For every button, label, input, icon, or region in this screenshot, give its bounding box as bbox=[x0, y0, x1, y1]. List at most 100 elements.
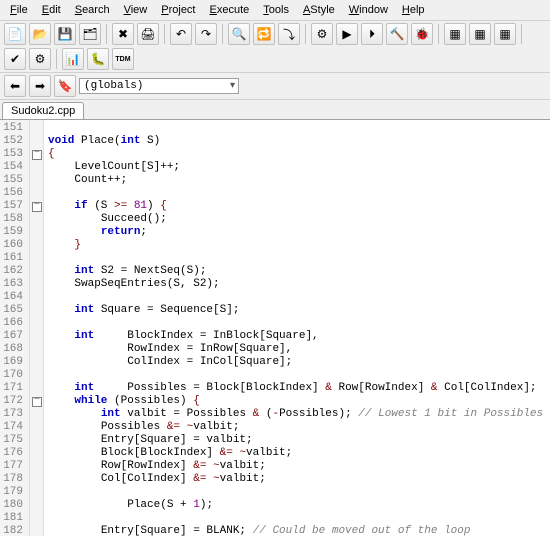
fold-spacer bbox=[30, 408, 43, 421]
save-all-icon[interactable]: 🗂 bbox=[79, 23, 101, 45]
fold-gutter[interactable] bbox=[30, 120, 44, 536]
redo-icon[interactable]: ↷ bbox=[195, 23, 217, 45]
fold-spacer bbox=[30, 356, 43, 369]
code-line[interactable]: LevelCount[S]++; bbox=[48, 161, 543, 174]
fold-spacer bbox=[30, 343, 43, 356]
menu-search[interactable]: Search bbox=[69, 2, 116, 18]
menu-bar: FileEditSearchViewProjectExecuteToolsASt… bbox=[0, 0, 550, 21]
print-icon[interactable]: 🖨 bbox=[137, 23, 159, 45]
code-line[interactable]: SwapSeqEntries(S, S2); bbox=[48, 278, 543, 291]
debug-icon[interactable]: 🐞 bbox=[411, 23, 433, 45]
toolbar-separator bbox=[56, 49, 57, 69]
code-line[interactable]: ColIndex = InCol[Square]; bbox=[48, 356, 543, 369]
menu-file[interactable]: File bbox=[4, 2, 34, 18]
line-number: 167 bbox=[2, 330, 23, 343]
main-toolbar: 📄📂💾🗂✖🖨↶↷🔍🔁⤵⚙▶⏵🔨🐞▦▦▦✔⚙📊🐛TDM bbox=[0, 21, 550, 73]
menu-astyle[interactable]: AStyle bbox=[297, 2, 341, 18]
rebuild-icon[interactable]: 🔨 bbox=[386, 23, 408, 45]
code-line[interactable]: int Square = Sequence[S]; bbox=[48, 304, 543, 317]
grid2-icon[interactable]: ▦ bbox=[469, 23, 491, 45]
code-line[interactable]: Succeed(); bbox=[48, 213, 543, 226]
code-line[interactable]: Entry[Square] = valbit; bbox=[48, 434, 543, 447]
line-number: 175 bbox=[2, 434, 23, 447]
grid1-icon[interactable]: ▦ bbox=[444, 23, 466, 45]
toolbar-separator bbox=[106, 24, 107, 44]
code-line[interactable]: RowIndex = InRow[Square], bbox=[48, 343, 543, 356]
find-next-icon[interactable]: ⤵ bbox=[278, 23, 300, 45]
check-icon[interactable]: ✔ bbox=[4, 48, 26, 70]
back-icon[interactable]: ⬅ bbox=[4, 75, 26, 97]
menu-tools[interactable]: Tools bbox=[257, 2, 295, 18]
file-tab[interactable]: Sudoku2.cpp bbox=[2, 102, 84, 119]
code-line[interactable]: Possibles &= ~valbit; bbox=[48, 421, 543, 434]
code-line[interactable]: int BlockIndex = InBlock[Square], bbox=[48, 330, 543, 343]
code-line[interactable]: int S2 = NextSeq(S); bbox=[48, 265, 543, 278]
code-line[interactable]: while (Possibles) { bbox=[48, 395, 543, 408]
new-file-icon[interactable]: 📄 bbox=[4, 23, 26, 45]
line-number: 165 bbox=[2, 304, 23, 317]
code-line[interactable] bbox=[48, 486, 543, 499]
open-icon[interactable]: 📂 bbox=[29, 23, 51, 45]
code-line[interactable] bbox=[48, 317, 543, 330]
bookmark-icon[interactable]: 🔖 bbox=[54, 75, 76, 97]
code-line[interactable]: Col[ColIndex] &= ~valbit; bbox=[48, 473, 543, 486]
toolbar-separator bbox=[222, 24, 223, 44]
code-line[interactable]: Block[BlockIndex] &= ~valbit; bbox=[48, 447, 543, 460]
code-line[interactable]: int valbit = Possibles & (-Possibles); /… bbox=[48, 408, 543, 421]
line-number: 161 bbox=[2, 252, 23, 265]
fold-toggle[interactable] bbox=[30, 200, 43, 213]
menu-window[interactable]: Window bbox=[343, 2, 394, 18]
code-line[interactable]: Row[RowIndex] &= ~valbit; bbox=[48, 460, 543, 473]
code-editor[interactable]: 1511521531541551561571581591601611621631… bbox=[0, 120, 550, 536]
fold-spacer bbox=[30, 252, 43, 265]
code-line[interactable] bbox=[48, 187, 543, 200]
fold-spacer bbox=[30, 499, 43, 512]
undo-icon[interactable]: ↶ bbox=[170, 23, 192, 45]
fold-spacer bbox=[30, 447, 43, 460]
fold-toggle[interactable] bbox=[30, 148, 43, 161]
code-line[interactable]: if (S >= 81) { bbox=[48, 200, 543, 213]
close-icon[interactable]: ✖ bbox=[112, 23, 134, 45]
menu-view[interactable]: View bbox=[118, 2, 154, 18]
fold-toggle[interactable] bbox=[30, 395, 43, 408]
menu-help[interactable]: Help bbox=[396, 2, 431, 18]
run-icon[interactable]: ▶ bbox=[336, 23, 358, 45]
code-line[interactable]: { bbox=[48, 148, 543, 161]
code-line[interactable] bbox=[48, 291, 543, 304]
code-line[interactable] bbox=[48, 122, 543, 135]
line-number: 180 bbox=[2, 499, 23, 512]
forward-icon[interactable]: ➡ bbox=[29, 75, 51, 97]
menu-project[interactable]: Project bbox=[155, 2, 201, 18]
code-line[interactable]: return; bbox=[48, 226, 543, 239]
line-number: 158 bbox=[2, 213, 23, 226]
gear-icon[interactable]: ⚙ bbox=[29, 48, 51, 70]
replace-icon[interactable]: 🔁 bbox=[253, 23, 275, 45]
fold-spacer bbox=[30, 421, 43, 434]
save-icon[interactable]: 💾 bbox=[54, 23, 76, 45]
fold-spacer bbox=[30, 473, 43, 486]
code-line[interactable] bbox=[48, 369, 543, 382]
compile-icon[interactable]: ⚙ bbox=[311, 23, 333, 45]
fold-spacer bbox=[30, 174, 43, 187]
code-area[interactable]: void Place(int S){ LevelCount[S]++; Coun… bbox=[44, 120, 547, 536]
compile-run-icon[interactable]: ⏵ bbox=[361, 23, 383, 45]
find-icon[interactable]: 🔍 bbox=[228, 23, 250, 45]
code-line[interactable]: int Possibles = Block[BlockIndex] & Row[… bbox=[48, 382, 543, 395]
menu-edit[interactable]: Edit bbox=[36, 2, 67, 18]
code-line[interactable]: Count++; bbox=[48, 174, 543, 187]
code-line[interactable]: Place(S + 1); bbox=[48, 499, 543, 512]
code-line[interactable]: } bbox=[48, 239, 543, 252]
tdm-icon[interactable]: TDM bbox=[112, 48, 134, 70]
chart-icon[interactable]: 📊 bbox=[62, 48, 84, 70]
code-line[interactable] bbox=[48, 252, 543, 265]
code-line[interactable]: Entry[Square] = BLANK; // Could be moved… bbox=[48, 525, 543, 536]
code-line[interactable]: void Place(int S) bbox=[48, 135, 543, 148]
scope-selector[interactable]: (globals) bbox=[79, 78, 239, 94]
menu-execute[interactable]: Execute bbox=[204, 2, 256, 18]
bug-icon[interactable]: 🐛 bbox=[87, 48, 109, 70]
line-number-gutter: 1511521531541551561571581591601611621631… bbox=[0, 120, 30, 536]
code-line[interactable] bbox=[48, 512, 543, 525]
line-number: 178 bbox=[2, 473, 23, 486]
fold-spacer bbox=[30, 278, 43, 291]
grid3-icon[interactable]: ▦ bbox=[494, 23, 516, 45]
